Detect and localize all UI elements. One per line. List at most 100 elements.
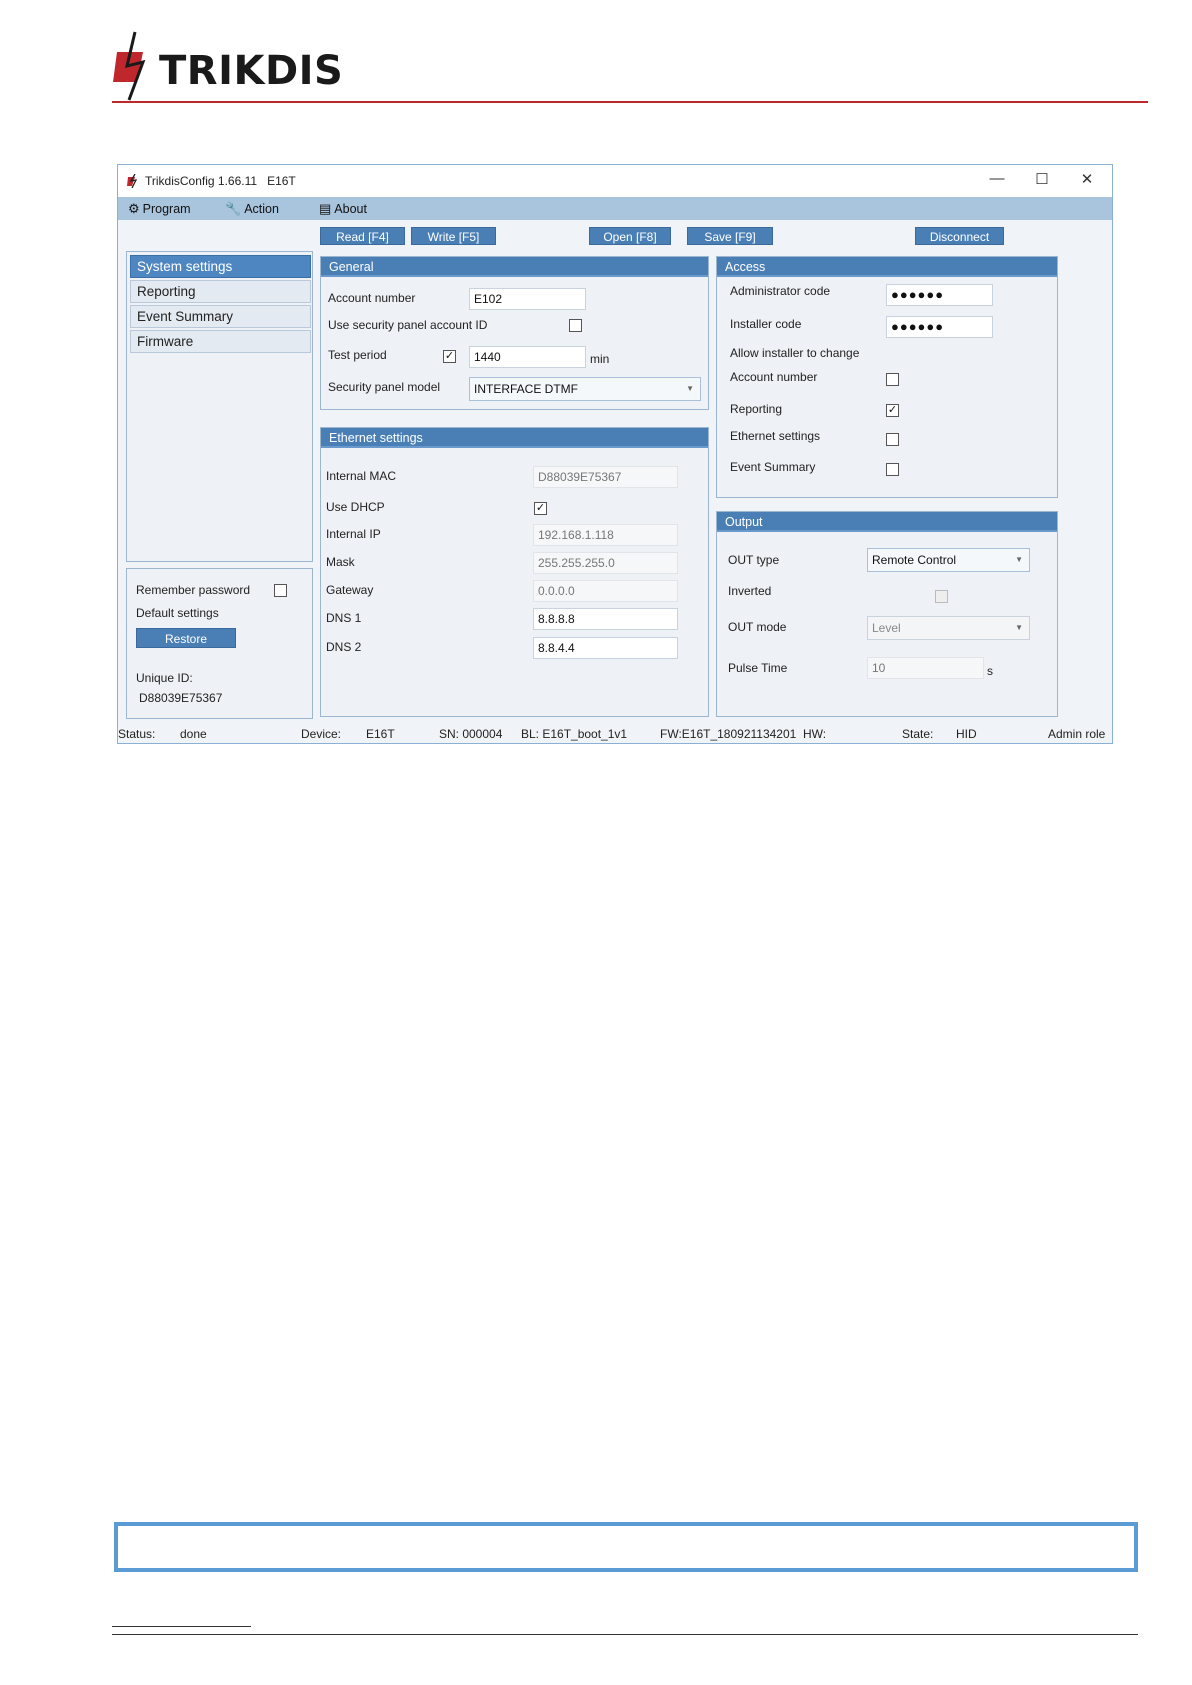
disconnect-button[interactable]: Disconnect xyxy=(915,227,1004,245)
out-mode-select[interactable]: Level ▼ xyxy=(867,616,1030,640)
gateway-field: 0.0.0.0 xyxy=(533,580,678,602)
allow-installer-label: Allow installer to change xyxy=(730,346,860,360)
state-label: State: xyxy=(902,727,934,741)
gear-icon: ⚙ xyxy=(128,201,140,216)
use-panel-id-label: Use security panel account ID xyxy=(328,318,488,332)
account-number-input[interactable]: E102 xyxy=(469,288,586,310)
pulse-time-label: Pulse Time xyxy=(728,661,788,675)
status-bar: Status: done Device: E16T SN: 000004 BL:… xyxy=(118,725,1112,743)
out-type-select[interactable]: Remote Control ▼ xyxy=(867,548,1030,572)
ethernet-panel-title: Ethernet settings xyxy=(321,428,708,448)
maximize-button[interactable]: ☐ xyxy=(1027,170,1057,190)
window-title: TrikdisConfig 1.66.11 E16T xyxy=(145,174,296,188)
menu-program[interactable]: ⚙ Program xyxy=(128,201,191,217)
read-button[interactable]: Read [F4] xyxy=(320,227,405,245)
title-device: E16T xyxy=(267,174,296,188)
status-value: done xyxy=(180,727,207,741)
dns2-input[interactable]: 8.8.4.4 xyxy=(533,637,678,659)
general-panel: General Account number E102 Use security… xyxy=(320,256,709,410)
note-box xyxy=(114,1522,1138,1572)
ethernet-panel: Ethernet settings Internal MAC D88039E75… xyxy=(320,427,709,717)
menu-bar: ⚙ Program 🔧 Action ▤ About xyxy=(118,197,1112,220)
status-label: Status: xyxy=(118,727,156,741)
sidebar-item-firmware[interactable]: Firmware xyxy=(130,330,311,353)
inverted-label: Inverted xyxy=(728,584,772,598)
logo-text: TRIKDIS xyxy=(159,48,344,94)
allow-account-number-label: Account number xyxy=(730,370,818,384)
output-panel: Output OUT type Remote Control ▼ Inverted… xyxy=(716,511,1058,717)
chevron-down-icon: ▼ xyxy=(686,384,694,393)
out-type-value: Remote Control xyxy=(872,553,957,567)
minimize-button[interactable]: — xyxy=(982,170,1012,190)
installer-code-input[interactable]: ●●●●●● xyxy=(886,316,993,338)
footer-rule xyxy=(112,1634,1138,1635)
close-button[interactable]: ✕ xyxy=(1072,170,1102,190)
app-window: TrikdisConfig 1.66.11 E16T — ☐ ✕ ⚙ Progra… xyxy=(117,164,1113,744)
open-button[interactable]: Open [F8] xyxy=(589,227,671,245)
remember-password-checkbox[interactable] xyxy=(274,584,287,597)
keyboard-icon: ▤ xyxy=(319,201,332,216)
dhcp-checkbox[interactable]: ✓ xyxy=(534,502,547,515)
dhcp-label: Use DHCP xyxy=(326,500,385,514)
state-value: HID xyxy=(956,727,977,741)
mac-label: Internal MAC xyxy=(326,469,397,483)
device-value: E16T xyxy=(366,727,395,741)
hardware-version: HW: xyxy=(803,727,827,741)
serial-number: SN: 000004 xyxy=(439,727,503,741)
out-mode-label: OUT mode xyxy=(728,620,787,634)
output-panel-title: Output xyxy=(717,512,1057,532)
test-period-checkbox[interactable]: ✓ xyxy=(443,350,456,363)
bootloader-version: BL: E16T_boot_1v1 xyxy=(521,727,628,741)
write-button[interactable]: Write [F5] xyxy=(411,227,496,245)
unique-id-value: D88039E75367 xyxy=(139,691,223,705)
role-label: Admin role xyxy=(1048,727,1106,741)
access-panel-title: Access xyxy=(717,257,1057,277)
menu-action-label: Action xyxy=(244,202,279,216)
allow-event-summary-label: Event Summary xyxy=(730,460,816,474)
unique-id-label: Unique ID: xyxy=(136,671,193,685)
mask-label: Mask xyxy=(326,555,355,569)
test-period-input[interactable]: 1440 xyxy=(469,346,586,368)
lightning-logo-icon xyxy=(113,31,146,101)
sidebar-item-system-settings[interactable]: System settings xyxy=(130,255,311,278)
wrench-icon: 🔧 xyxy=(225,201,242,216)
allow-ethernet-label: Ethernet settings xyxy=(730,429,821,443)
mac-field: D88039E75367 xyxy=(533,466,678,488)
dns1-input[interactable]: 8.8.8.8 xyxy=(533,608,678,630)
allow-ethernet-checkbox[interactable] xyxy=(886,433,899,446)
trikdis-logo: TRIKDIS xyxy=(113,30,373,102)
chevron-down-icon: ▼ xyxy=(1015,555,1023,564)
use-panel-id-checkbox[interactable] xyxy=(569,319,582,332)
menu-action[interactable]: 🔧 Action xyxy=(225,201,279,217)
sidebar-item-reporting[interactable]: Reporting xyxy=(130,280,311,303)
allow-event-summary-checkbox[interactable] xyxy=(886,463,899,476)
admin-code-input[interactable]: ●●●●●● xyxy=(886,284,993,306)
default-settings-label: Default settings xyxy=(136,606,219,620)
menu-about[interactable]: ▤ About xyxy=(319,201,367,217)
sidebar-nav: System settings Reporting Event Summary … xyxy=(126,251,313,562)
installer-code-label: Installer code xyxy=(730,317,802,331)
firmware-version: FW:E16T_180921134201 xyxy=(660,727,797,741)
device-label: Device: xyxy=(301,727,342,741)
inverted-checkbox[interactable] xyxy=(935,590,948,603)
out-type-label: OUT type xyxy=(728,553,780,567)
ip-label: Internal IP xyxy=(326,527,381,541)
allow-reporting-checkbox[interactable]: ✓ xyxy=(886,404,899,417)
dns1-label: DNS 1 xyxy=(326,611,362,625)
admin-code-label: Administrator code xyxy=(730,284,831,298)
save-button[interactable]: Save [F9] xyxy=(687,227,773,245)
access-panel: Access Administrator code ●●●●●● Install… xyxy=(716,256,1058,498)
menu-program-label: Program xyxy=(142,202,191,216)
mask-field: 255.255.255.0 xyxy=(533,552,678,574)
dns2-label: DNS 2 xyxy=(326,640,362,654)
footnote-rule xyxy=(112,1626,251,1627)
panel-model-label: Security panel model xyxy=(328,380,441,394)
ip-field: 192.168.1.118 xyxy=(533,524,678,546)
sidebar-item-event-summary[interactable]: Event Summary xyxy=(130,305,311,328)
allow-reporting-label: Reporting xyxy=(730,402,783,416)
panel-model-select[interactable]: INTERFACE DTMF ▼ xyxy=(469,377,701,401)
out-mode-value: Level xyxy=(872,621,901,635)
menu-about-label: About xyxy=(334,202,367,216)
restore-button[interactable]: Restore xyxy=(136,628,236,648)
allow-account-number-checkbox[interactable] xyxy=(886,373,899,386)
